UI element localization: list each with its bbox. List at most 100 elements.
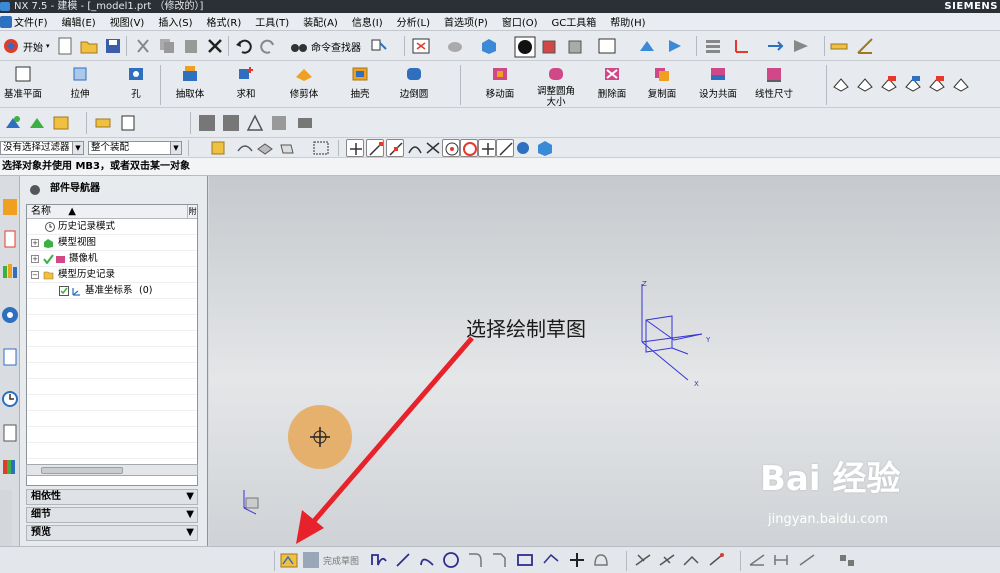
quadrant-snap-icon[interactable]	[460, 139, 478, 157]
section-view-icon[interactable]	[638, 37, 656, 55]
constrain-face-icon[interactable]	[880, 75, 898, 93]
tree-horizontal-scrollbar[interactable]	[26, 464, 198, 476]
offset-region-icon[interactable]	[832, 75, 850, 93]
resource-bar-scroll[interactable]	[0, 490, 12, 548]
triangle-icon[interactable]	[246, 114, 264, 132]
parallel-face-icon[interactable]	[904, 75, 922, 93]
control-point-snap-icon[interactable]	[406, 139, 424, 157]
move-object-icon[interactable]	[766, 37, 784, 55]
unite-button[interactable]: 求和	[226, 65, 266, 100]
measure-angle-icon[interactable]	[856, 37, 874, 55]
menu-window[interactable]: 窗口(O)	[502, 14, 538, 29]
fit-view-icon[interactable]	[412, 37, 430, 55]
intersection-snap-icon[interactable]	[424, 139, 442, 157]
finish-sketch-button[interactable]: 完成草图	[302, 551, 359, 569]
layer-settings-icon[interactable]	[704, 37, 722, 55]
trim-body-button[interactable]: 修剪体	[282, 65, 326, 100]
menu-tools[interactable]: 工具(T)	[255, 14, 289, 29]
clipping-icon[interactable]	[666, 37, 684, 55]
circle-icon[interactable]	[442, 551, 460, 569]
sketch-settings-icon[interactable]	[838, 551, 856, 569]
chamfer-icon[interactable]	[490, 551, 508, 569]
menu-format[interactable]: 格式(R)	[207, 14, 242, 29]
symmetric-face-icon[interactable]	[952, 75, 970, 93]
face-icon[interactable]	[278, 139, 296, 157]
transform-icon[interactable]	[792, 37, 810, 55]
move-face-button[interactable]: 移动面	[478, 65, 522, 100]
edge-blend-button[interactable]: 边倒圆	[394, 65, 434, 100]
menu-info[interactable]: 信息(I)	[352, 14, 383, 29]
checkbox-checked-icon[interactable]	[59, 286, 70, 296]
wcs-icon[interactable]	[732, 37, 750, 55]
tree-item-model-history[interactable]: − 模型历史记录	[27, 267, 197, 283]
rectangle-icon[interactable]	[516, 551, 534, 569]
resize-blend-button[interactable]: 调整圆角大小	[534, 65, 578, 108]
point-icon[interactable]	[568, 551, 586, 569]
menu-edit[interactable]: 编辑(E)	[62, 14, 96, 29]
tree-item-model-views[interactable]: + 模型视图	[27, 235, 197, 251]
sort-ascending-icon[interactable]: ▲	[68, 206, 76, 217]
rotate-view-icon[interactable]	[446, 37, 464, 55]
point-on-face-snap-icon[interactable]	[514, 139, 532, 157]
measure-distance-icon[interactable]	[830, 37, 848, 55]
general-selection-icon[interactable]	[210, 139, 228, 157]
quick-extend-icon[interactable]	[658, 551, 676, 569]
polygon-icon[interactable]	[542, 551, 560, 569]
selection-scope-select[interactable]: 整个装配 ▼	[88, 141, 182, 155]
show-constraints-icon[interactable]	[798, 551, 816, 569]
layers-icon[interactable]	[296, 114, 314, 132]
new-file-icon[interactable]	[56, 37, 74, 55]
bounded-grid-snap-icon[interactable]	[536, 139, 554, 157]
collapse-icon[interactable]: −	[31, 271, 39, 279]
wireframe-display-icon[interactable]	[540, 37, 558, 55]
cut-icon[interactable]	[134, 37, 152, 55]
endpoint-snap-icon[interactable]	[366, 139, 384, 157]
app-menu-icon[interactable]	[0, 16, 12, 28]
undo-icon[interactable]	[234, 37, 252, 55]
line-icon[interactable]	[394, 551, 412, 569]
menu-analysis[interactable]: 分析(L)	[397, 14, 430, 29]
command-finder-button[interactable]: 命令查找器	[290, 35, 361, 57]
arc-center-snap-icon[interactable]	[442, 139, 460, 157]
constraint-navigator-tab-icon[interactable]	[1, 228, 19, 250]
object-display-icon[interactable]	[120, 114, 138, 132]
selection-tools-icon[interactable]	[370, 37, 388, 55]
column-extra-header[interactable]: 附	[187, 205, 197, 219]
paste-icon[interactable]	[182, 37, 200, 55]
existing-point-snap-icon[interactable]	[478, 139, 496, 157]
replace-face-icon[interactable]	[856, 75, 874, 93]
datum-csys-graphic[interactable]: Z Y X	[630, 276, 720, 390]
details-panel[interactable]: 细节 ▼	[26, 507, 198, 523]
menu-file[interactable]: 文件(F)	[14, 14, 48, 29]
snap-face-icon[interactable]	[222, 114, 240, 132]
start-button[interactable]: 开始 ▾	[2, 35, 50, 57]
delete-face-button[interactable]: 删除面	[592, 65, 632, 100]
rectangle-select-icon[interactable]	[312, 139, 330, 157]
assembly-navigator-tab-icon[interactable]	[1, 196, 19, 218]
offset-curve-icon[interactable]	[592, 551, 610, 569]
make-coplanar-button[interactable]: 设为共面	[696, 65, 740, 100]
hole-button[interactable]: 孔	[116, 65, 156, 100]
make-corner-icon[interactable]	[682, 551, 700, 569]
dependencies-panel[interactable]: 相依性 ▼	[26, 489, 198, 505]
menu-assembly[interactable]: 装配(A)	[303, 14, 338, 29]
palette-tab-icon[interactable]	[1, 456, 19, 478]
profile-icon[interactable]	[370, 551, 388, 569]
solid-body-icon[interactable]	[256, 139, 274, 157]
copy-face-button[interactable]: 复制面	[642, 65, 682, 100]
auto-constrain-icon[interactable]	[748, 551, 766, 569]
expand-icon[interactable]: +	[31, 255, 39, 263]
add-component-icon[interactable]	[28, 114, 46, 132]
shaded-display-icon[interactable]	[514, 36, 536, 58]
column-name-header[interactable]: 名称	[31, 206, 51, 217]
menu-help[interactable]: 帮助(H)	[610, 14, 645, 29]
arc-icon[interactable]	[418, 551, 436, 569]
web-browser-tab-icon[interactable]	[1, 346, 19, 368]
save-icon[interactable]	[104, 37, 122, 55]
snap-enable-icon[interactable]	[346, 139, 364, 157]
open-folder-icon[interactable]	[80, 37, 98, 55]
sketch-icon[interactable]	[280, 551, 298, 569]
constraints-icon[interactable]	[708, 551, 726, 569]
tree-item-datum-csys[interactable]: 基准坐标系 (0)	[27, 283, 197, 299]
perpendicular-face-icon[interactable]	[928, 75, 946, 93]
